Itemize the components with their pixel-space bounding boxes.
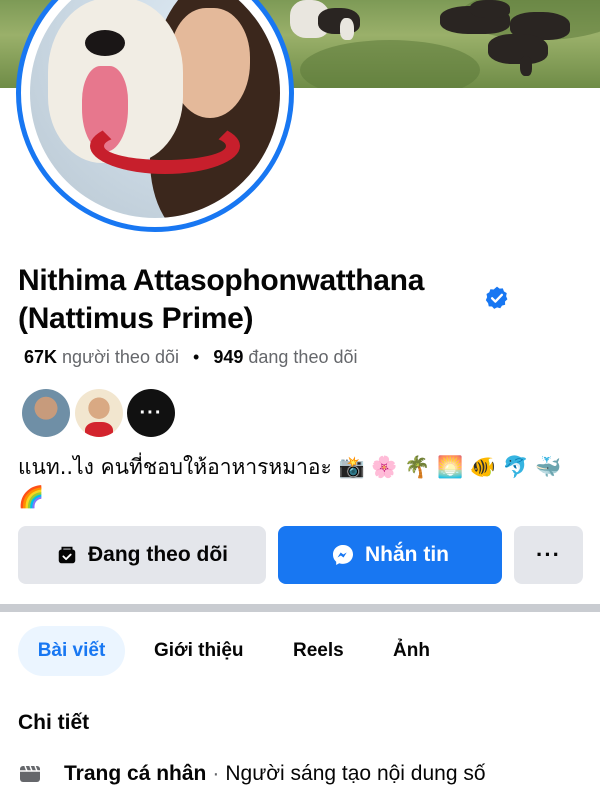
message-button[interactable]: Nhắn tin [278,526,502,584]
following-button[interactable]: Đang theo dõi [18,526,266,584]
following-label[interactable]: đang theo dõi [248,347,357,367]
avatar [30,0,280,218]
detail-type-label: Trang cá nhân [64,762,207,785]
detail-value: Người sáng tạo nội dung số [225,762,486,785]
followers-label[interactable]: người theo dõi [62,347,179,367]
more-options-button[interactable]: ··· [514,526,583,584]
mutual-friend-avatar-2[interactable] [75,389,123,437]
profile-picture[interactable] [16,0,294,232]
tab-photos[interactable]: Ảnh [393,626,430,676]
more-dots-icon: ··· [139,401,163,424]
tab-posts[interactable]: Bài viết [18,626,125,676]
mutual-friend-avatar-1[interactable] [22,389,70,437]
tab-about[interactable]: Giới thiệu [154,626,244,676]
detail-item-profile-type: Trang cá nhân · Người sáng tạo nội dung … [18,762,486,786]
follow-stats: 67K người theo dõi • 949 đang theo dõi [24,347,358,368]
following-check-icon [58,546,76,564]
details-title: Chi tiết [18,711,90,734]
detail-separator: · [212,762,220,785]
stats-separator: • [193,347,200,367]
message-button-label: Nhắn tin [365,543,449,566]
page-info-icon [20,765,40,782]
more-icon: ··· [536,542,561,567]
messenger-icon [333,545,353,565]
following-button-label: Đang theo dõi [88,543,228,566]
following-count[interactable]: 949 [213,347,243,367]
verified-badge-icon [485,286,508,309]
followers-count[interactable]: 67K [24,347,57,367]
tab-reels[interactable]: Reels [293,626,344,676]
profile-bio: แนท..ไง คนที่ชอบให้อาหารหมาอะ 📸 🌸 🌴 🌅 🐠 … [18,455,562,509]
mutual-friends-more-button[interactable]: ··· [127,389,175,437]
profile-name: Nithima Attasophonwatthana (Nattimus Pri… [18,264,425,335]
section-divider [0,604,600,612]
